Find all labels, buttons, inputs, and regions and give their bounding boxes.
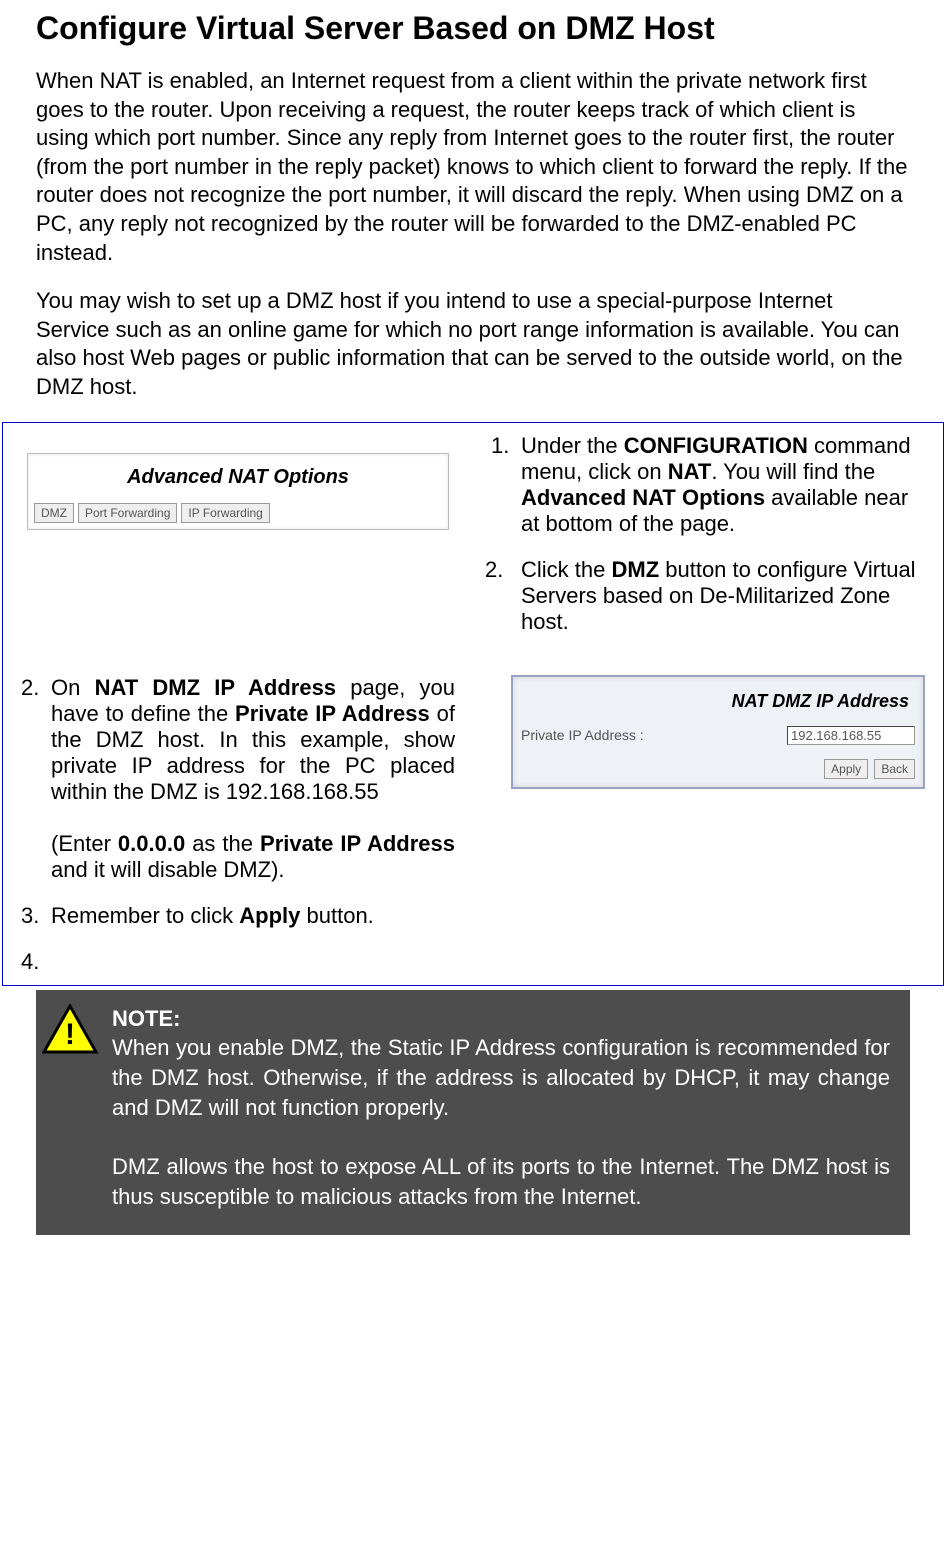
dmz-button[interactable]: DMZ <box>34 503 74 523</box>
note-box: ! NOTE: When you enable DMZ, the Static … <box>36 990 910 1236</box>
step-1-text: Under the CONFIGURATION command menu, cl… <box>521 433 925 537</box>
svg-text:!: ! <box>65 1018 75 1051</box>
step-left-4-number: 4. <box>21 949 51 975</box>
advanced-nat-widget: Advanced NAT Options DMZ Port Forwarding… <box>27 453 449 530</box>
private-ip-input[interactable] <box>787 726 915 745</box>
nat-dmz-widget: NAT DMZ IP Address Private IP Address : … <box>511 675 925 789</box>
step-left-2-number: 2. <box>21 675 51 883</box>
ip-forwarding-button[interactable]: IP Forwarding <box>181 503 269 523</box>
advanced-nat-title: Advanced NAT Options <box>34 466 442 489</box>
port-forwarding-button[interactable]: Port Forwarding <box>78 503 177 523</box>
step-2-number: 2. <box>485 557 521 635</box>
steps-left: 2. On NAT DMZ IP Address page, you have … <box>3 665 473 985</box>
intro-paragraph-1: When NAT is enabled, an Internet request… <box>36 67 910 267</box>
instruction-panel: Advanced NAT Options DMZ Port Forwarding… <box>2 422 944 986</box>
warning-icon: ! <box>42 1004 98 1054</box>
advanced-nat-figure: Advanced NAT Options DMZ Port Forwarding… <box>3 423 473 665</box>
step-left-3-number: 3. <box>21 903 51 929</box>
intro-paragraph-2: You may wish to set up a DMZ host if you… <box>36 287 910 401</box>
step-2-text: Click the DMZ button to configure Virtua… <box>521 557 925 635</box>
note-title: NOTE: <box>112 1006 180 1031</box>
note-paragraph-2: DMZ allows the host to expose ALL of its… <box>112 1154 890 1209</box>
private-ip-label: Private IP Address : <box>521 727 787 743</box>
nat-dmz-figure: NAT DMZ IP Address Private IP Address : … <box>473 665 943 985</box>
apply-button[interactable]: Apply <box>824 759 868 779</box>
back-button[interactable]: Back <box>874 759 915 779</box>
step-left-3-text: Remember to click Apply button. <box>51 903 455 929</box>
step-left-2-text: On NAT DMZ IP Address page, you have to … <box>51 675 455 883</box>
note-paragraph-1: When you enable DMZ, the Static IP Addre… <box>112 1035 890 1119</box>
page-title: Configure Virtual Server Based on DMZ Ho… <box>36 10 946 47</box>
steps-right: 1. Under the CONFIGURATION command menu,… <box>473 423 943 665</box>
step-1-number: 1. <box>491 433 521 537</box>
nat-dmz-title: NAT DMZ IP Address <box>521 685 915 726</box>
